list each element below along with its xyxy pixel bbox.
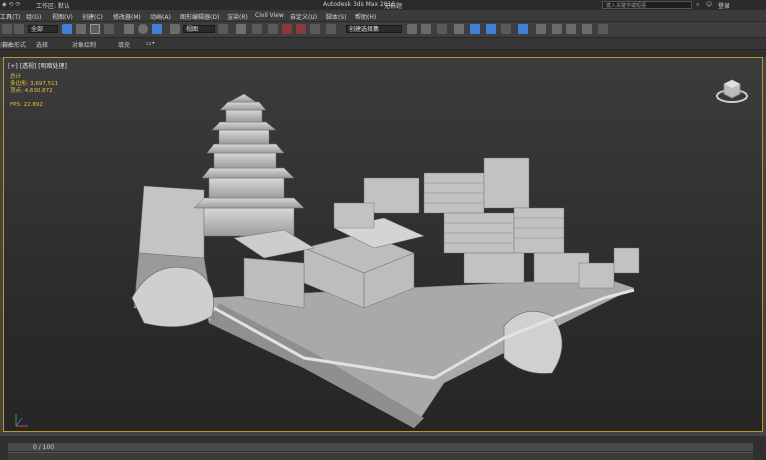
menu-bar: 工具(T) 组(G) 视图(V) 创建(C) 修改器(M) 动画(A) 图形编辑… [0,10,766,22]
menu-item-civil-view[interactable]: Civil View [255,12,284,19]
menu-item-scripting[interactable]: 脚本(S) [326,12,347,21]
title-bar: ◆ ⟲ ⟳ 工作区: 默认 Autodesk 3ds Max 2016 无标题 … [0,0,766,10]
menu-item-animation[interactable]: 动画(A) [150,12,171,21]
perspective-viewport[interactable]: [+] [透视] [明暗处理] 总计 多边形: 3,697,511 顶点: 4,… [3,57,763,432]
material-editor-icon[interactable] [501,24,511,34]
menu-item-tools[interactable]: 工具(T) [0,12,20,21]
render-iterative-icon[interactable] [582,24,592,34]
keyboard-shortcut-icon[interactable] [252,24,262,34]
curve-editor-icon[interactable] [470,24,480,34]
angle-snap-icon[interactable] [282,24,292,34]
user-icon[interactable]: ☺ [706,1,712,8]
a360-render-icon[interactable] [598,24,608,34]
menu-item-graph-editors[interactable]: 图形编辑器(D) [180,12,219,21]
mirror-icon[interactable] [407,24,417,34]
select-by-name-icon[interactable] [76,24,86,34]
frame-indicator[interactable]: 0 / 100 [33,444,54,451]
ancient-city-model[interactable] [4,58,762,431]
tab-selection[interactable]: 选择 [36,40,48,49]
tab-freeform[interactable]: 自由形式 [2,40,26,49]
spinner-snap-icon[interactable] [310,24,320,34]
move-icon[interactable] [124,24,134,34]
menu-item-group[interactable]: 组(G) [26,12,41,21]
select-object-icon[interactable] [62,24,72,34]
render-teapot-icon[interactable] [566,24,576,34]
ribbon-tabs: 建模 自由形式 选择 对象绘制 填充 ▭• [0,38,766,50]
layer-manager-icon[interactable] [437,24,447,34]
reference-coord-dropdown[interactable]: 视图 [183,25,215,33]
menu-item-rendering[interactable]: 渲染(R) [227,12,248,21]
percent-snap-icon[interactable] [296,24,306,34]
search-icon[interactable]: ⌕ [696,1,699,9]
render-setup-icon[interactable] [518,24,528,34]
snap-toggle-icon[interactable] [268,24,278,34]
graphite-tools-icon[interactable] [454,24,464,34]
render-production-icon[interactable] [552,24,562,34]
login-link[interactable]: 登录 [718,1,730,10]
align-icon[interactable] [421,24,431,34]
link-icon[interactable] [14,24,24,34]
schematic-view-icon[interactable] [486,24,496,34]
pivot-icon[interactable] [218,24,228,34]
workspace-selector[interactable]: 工作区: 默认 [36,1,70,10]
named-selection-dropdown[interactable]: 创建选择集 [346,25,402,33]
ribbon-toggle-icon[interactable]: ▭• [146,40,155,47]
document-title: 无标题 [384,3,403,10]
search-input[interactable]: 键入关键字或短语 [602,1,692,9]
ribbon-panel [0,50,766,57]
scale-icon[interactable] [152,24,162,34]
track-bar[interactable] [8,452,753,460]
time-slider[interactable] [8,443,753,451]
rect-selection-icon[interactable] [90,24,100,34]
undo-icon[interactable] [2,24,12,34]
window-crossing-icon[interactable] [104,24,114,34]
menu-item-modifiers[interactable]: 修改器(M) [113,12,141,21]
tab-populate[interactable]: 填充 [118,40,130,49]
main-toolbar: 全部 视图 创建选择集 [0,22,766,38]
menu-item-create[interactable]: 创建(C) [82,12,103,21]
axis-gizmo-icon [15,414,28,427]
menu-item-views[interactable]: 视图(V) [52,12,73,21]
tab-object-paint[interactable]: 对象绘制 [72,40,96,49]
selection-filter-dropdown[interactable]: 全部 [28,25,58,33]
rendered-frame-icon[interactable] [536,24,546,34]
app-logo-icon[interactable]: ◆ ⟲ ⟳ [2,1,20,8]
select-place-icon[interactable] [170,24,180,34]
menu-item-customize[interactable]: 自定义(U) [290,12,317,21]
edit-named-selection-icon[interactable] [326,24,336,34]
menu-item-help[interactable]: 帮助(H) [355,12,376,21]
rotate-icon[interactable] [138,24,148,34]
manipulate-icon[interactable] [236,24,246,34]
